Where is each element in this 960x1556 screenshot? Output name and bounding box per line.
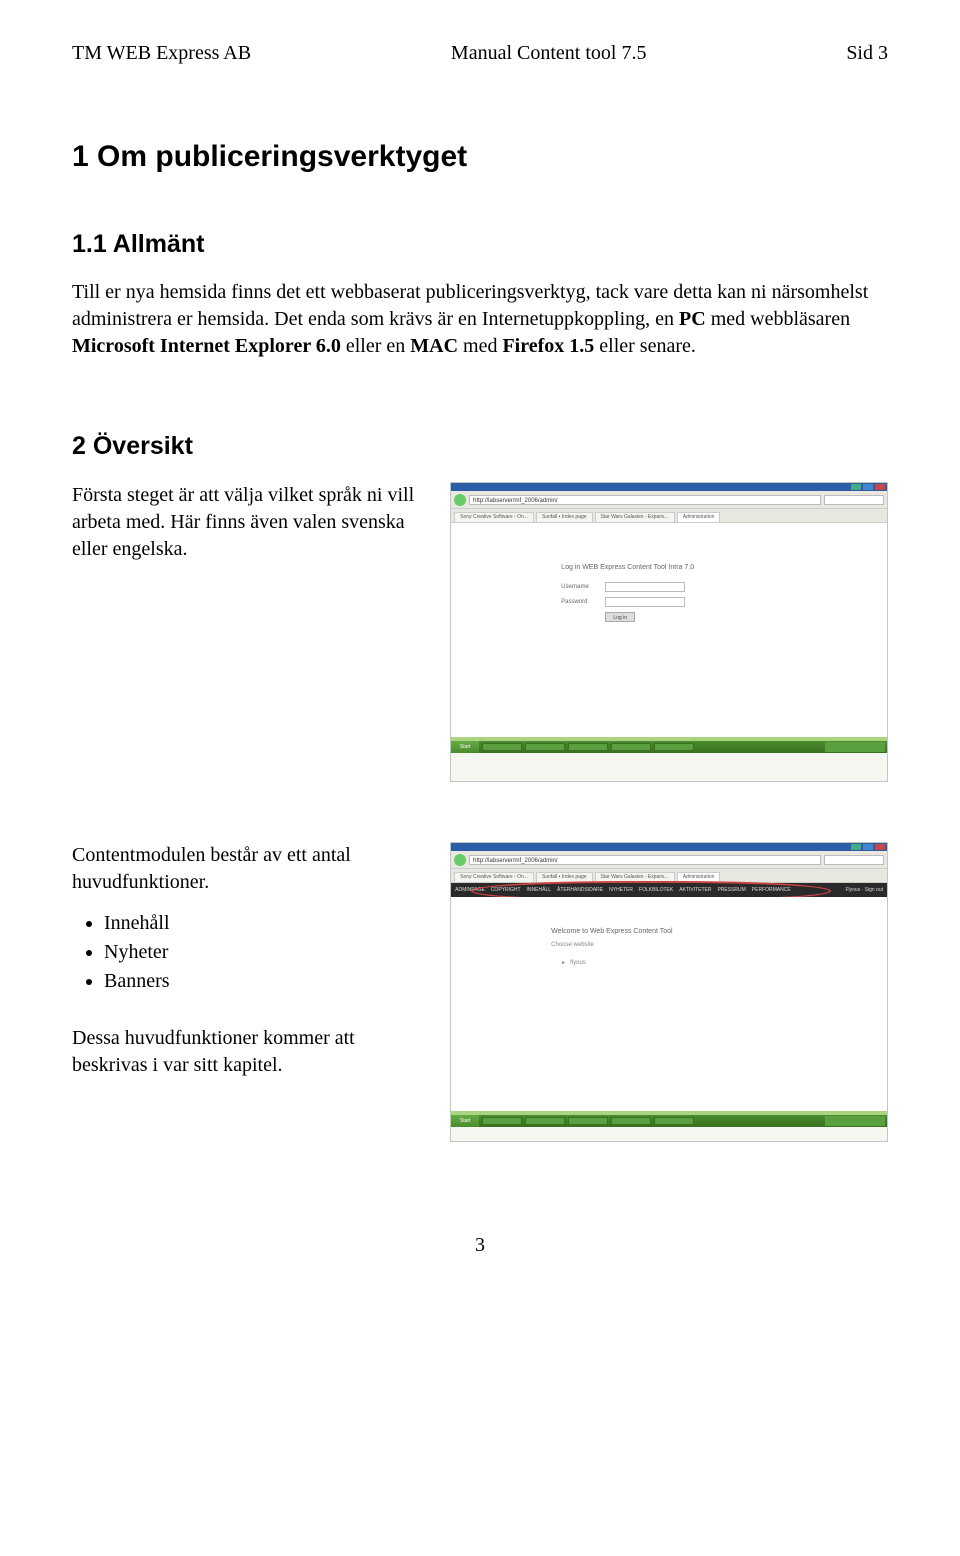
taskbar-item xyxy=(654,743,694,751)
tab-item: Sunfall • Index page xyxy=(536,872,593,882)
para-oversikt: Första steget är att välja vilket språk … xyxy=(72,482,430,563)
list-item: Innehåll xyxy=(104,910,430,937)
login-title: Log in WEB Express Content Tool Intra 7.… xyxy=(561,563,761,572)
tab-item: Star Wars Galaxies - Expans... xyxy=(595,512,675,522)
address-bar: http://labserver/mf_2006/admin/ xyxy=(469,495,821,505)
page-number: 3 xyxy=(72,1232,888,1259)
header-page-label: Sid 3 xyxy=(846,40,888,67)
back-icon xyxy=(454,854,466,866)
admin-menu-item: COPYRIGHT xyxy=(491,887,521,894)
taskbar-item xyxy=(482,1117,522,1125)
taskbar-item xyxy=(568,743,608,751)
admin-signout: Flyous · Sign out xyxy=(845,887,883,894)
taskbar-item xyxy=(482,743,522,751)
list-item: Banners xyxy=(104,968,430,995)
taskbar-item xyxy=(525,743,565,751)
admin-menu-bar: ADMINPAGE COPYRIGHT INNEHÅLL ÅTERHANDSID… xyxy=(451,883,887,897)
maximize-icon xyxy=(863,844,873,850)
welcome-sub: Choose website xyxy=(551,941,594,949)
admin-menu-item: ADMINPAGE xyxy=(455,887,485,894)
admin-menu-item: AKTIVITETER xyxy=(679,887,711,894)
page-content: Log in WEB Express Content Tool Intra 7.… xyxy=(451,523,887,753)
system-tray xyxy=(825,742,885,752)
search-box xyxy=(824,495,884,505)
admin-menu-item: FOLKBILOTEK xyxy=(639,887,673,894)
taskbar-item xyxy=(525,1117,565,1125)
back-icon xyxy=(454,494,466,506)
password-input xyxy=(605,597,685,607)
tab-item: Star Wars Galaxies - Expans... xyxy=(595,872,675,882)
taskbar-item xyxy=(568,1117,608,1125)
tab-item: Sony Creative Software - On... xyxy=(454,512,534,522)
function-list: Innehåll Nyheter Banners xyxy=(104,910,430,995)
window-titlebar xyxy=(451,843,887,851)
password-label: Password xyxy=(561,598,597,606)
browser-toolbar: http://labserver/mf_2006/admin/ xyxy=(451,851,887,869)
start-button: Start xyxy=(451,1115,479,1127)
admin-menu-item: INNEHÅLL xyxy=(527,887,551,894)
close-icon xyxy=(875,844,885,850)
admin-menu-item: PRESSRUM xyxy=(717,887,745,894)
address-bar: http://labserver/mf_2006/admin/ xyxy=(469,855,821,865)
close-icon xyxy=(875,484,885,490)
login-button: Log in xyxy=(605,612,635,622)
website-item: flyous xyxy=(561,959,586,967)
taskbar: Start xyxy=(451,1115,887,1127)
page-content: Welcome to Web Express Content Tool Choo… xyxy=(451,897,887,1127)
admin-menu-item: PERFORMANCE xyxy=(752,887,791,894)
login-panel: Log in WEB Express Content Tool Intra 7.… xyxy=(561,563,761,622)
page-header: TM WEB Express AB Manual Content tool 7.… xyxy=(72,40,888,67)
tab-item: Administration xyxy=(677,512,721,522)
maximize-icon xyxy=(863,484,873,490)
para-huvudfunktioner: Dessa huvudfunktioner kommer att beskriv… xyxy=(72,1025,430,1079)
window-titlebar xyxy=(451,483,887,491)
browser-toolbar: http://labserver/mf_2006/admin/ xyxy=(451,491,887,509)
minimize-icon xyxy=(851,844,861,850)
h2-oversikt: 2 Översikt xyxy=(72,430,888,464)
taskbar-item xyxy=(654,1117,694,1125)
para-allmant: Till er nya hemsida finns det ett webbas… xyxy=(72,279,888,360)
start-button: Start xyxy=(451,741,479,753)
h2-allmant: 1.1 Allmänt xyxy=(72,228,888,262)
h1-om-publiceringsverktyget: 1 Om publiceringsverktyget xyxy=(72,137,888,178)
tab-item: Sunfall • Index page xyxy=(536,512,593,522)
browser-tabs: Sony Creative Software - On... Sunfall •… xyxy=(451,869,887,883)
list-item: Nyheter xyxy=(104,939,430,966)
admin-menu-item: NYHETER xyxy=(609,887,633,894)
search-box xyxy=(824,855,884,865)
para-contentmodul: Contentmodulen består av ett antal huvud… xyxy=(72,842,430,896)
screenshot-admin: http://labserver/mf_2006/admin/ Sony Cre… xyxy=(450,842,888,1142)
taskbar-item xyxy=(611,1117,651,1125)
tab-item: Sony Creative Software - On... xyxy=(454,872,534,882)
username-label: Username xyxy=(561,583,597,591)
admin-menu-item: ÅTERHANDSIDARE xyxy=(557,887,603,894)
username-input xyxy=(605,582,685,592)
minimize-icon xyxy=(851,484,861,490)
browser-tabs: Sony Creative Software - On... Sunfall •… xyxy=(451,509,887,523)
header-company: TM WEB Express AB xyxy=(72,40,251,67)
tab-item: Administration xyxy=(677,872,721,882)
taskbar: Start xyxy=(451,741,887,753)
header-doc-title: Manual Content tool 7.5 xyxy=(451,40,647,67)
taskbar-item xyxy=(611,743,651,751)
welcome-title: Welcome to Web Express Content Tool xyxy=(551,927,672,936)
screenshot-login: http://labserver/mf_2006/admin/ Sony Cre… xyxy=(450,482,888,782)
system-tray xyxy=(825,1116,885,1126)
